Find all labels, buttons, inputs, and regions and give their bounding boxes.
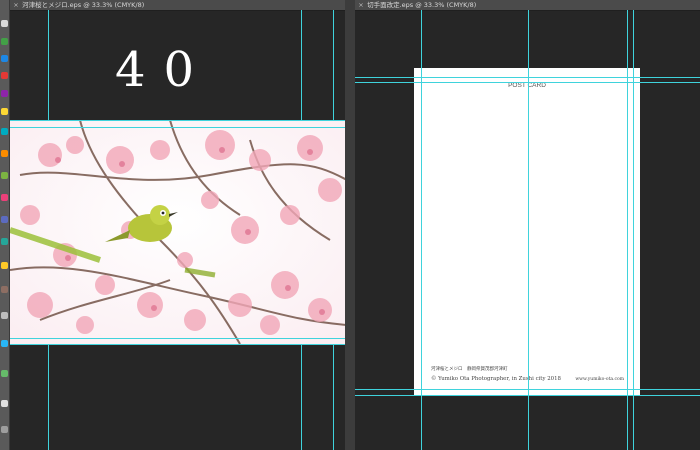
photo-caption: 河津桜とメジロ 静岡県賀茂郡河津町 (431, 367, 508, 372)
guide-horizontal[interactable] (10, 127, 345, 128)
app-icon[interactable] (1, 312, 8, 319)
app-icon[interactable] (1, 238, 8, 245)
app-icon[interactable] (1, 55, 8, 62)
close-icon[interactable]: × (12, 0, 20, 10)
postcard-page: POST CARD 河津桜とメジロ 静岡県賀茂郡河津町 © Yumiko Ota… (414, 68, 640, 396)
right-tab-title: 切手面改定.eps @ 33.3% (CMYK/8) (367, 1, 477, 9)
left-document-window: × 河津桜とメジロ.eps @ 33.3% (CMYK/8) 40 (10, 0, 345, 450)
guide-horizontal[interactable] (355, 395, 700, 396)
left-tab-title: 河津桜とメジロ.eps @ 33.3% (CMYK/8) (22, 1, 145, 9)
page-number-label: 40 (115, 42, 213, 98)
app-icon[interactable] (1, 72, 8, 79)
copyright-text: © Yumiko Ota Photographer, in Zushi city… (431, 376, 561, 382)
left-document-tab[interactable]: × 河津桜とメジロ.eps @ 33.3% (CMYK/8) (10, 0, 345, 11)
app-icon[interactable] (1, 90, 8, 97)
app-icon[interactable] (1, 194, 8, 201)
app-icon[interactable] (1, 128, 8, 135)
app-icon[interactable] (1, 286, 8, 293)
guide-horizontal[interactable] (10, 338, 345, 339)
app-icon[interactable] (1, 262, 8, 269)
close-icon[interactable]: × (357, 0, 365, 10)
guide-vertical[interactable] (421, 10, 422, 450)
guide-horizontal[interactable] (355, 389, 700, 390)
app-icon[interactable] (1, 426, 8, 433)
guide-horizontal[interactable] (355, 82, 700, 83)
app-icon[interactable] (1, 216, 8, 223)
website-text: www.yumiko-ota.com (575, 377, 624, 382)
guide-horizontal[interactable] (10, 120, 345, 121)
postcard-title: POST CARD (508, 82, 546, 89)
window-divider (345, 0, 355, 450)
guide-vertical[interactable] (627, 10, 628, 450)
app-icon[interactable] (1, 38, 8, 45)
app-icon[interactable] (1, 20, 8, 27)
photo-cherry-blossom-bird (10, 120, 345, 344)
app-icon[interactable] (1, 400, 8, 407)
app-icon[interactable] (1, 108, 8, 115)
app-icon[interactable] (1, 150, 8, 157)
app-icon[interactable] (1, 340, 8, 347)
guide-vertical[interactable] (633, 10, 634, 450)
dock-sidebar (0, 0, 10, 450)
right-document-window: × 切手面改定.eps @ 33.3% (CMYK/8) POST CARD 河… (355, 0, 700, 450)
app-icon[interactable] (1, 370, 8, 377)
app-icon[interactable] (1, 172, 8, 179)
guide-horizontal[interactable] (10, 344, 345, 345)
guide-vertical[interactable] (528, 10, 529, 450)
guide-horizontal[interactable] (355, 77, 700, 78)
